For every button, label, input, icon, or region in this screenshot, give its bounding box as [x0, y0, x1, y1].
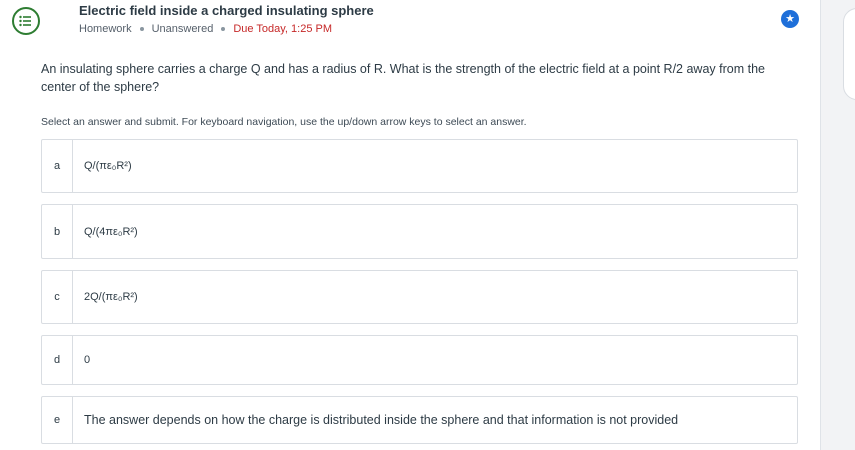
option-divider — [72, 140, 73, 192]
question-header: Electric field inside a charged insulati… — [0, 0, 820, 44]
meta-separator — [139, 27, 144, 31]
option-text: The answer depends on how the charge is … — [84, 413, 679, 427]
option-text: 2Q/(πε₀R²) — [84, 291, 138, 303]
answer-option-a[interactable]: a Q/(πε₀R²) — [41, 139, 798, 193]
side-panel — [843, 8, 855, 100]
option-divider — [72, 205, 73, 258]
option-letter: b — [53, 225, 61, 238]
question-meta: Homework Unanswered Due Today, 1:25 PM — [79, 23, 332, 35]
answer-option-d[interactable]: d 0 — [41, 335, 798, 385]
meta-separator — [221, 27, 226, 31]
option-text: Q/(πε₀R²) — [84, 160, 132, 172]
answer-option-b[interactable]: b Q/(4πε₀R²) — [41, 204, 798, 259]
option-letter: d — [53, 354, 61, 366]
option-letter: e — [53, 414, 61, 426]
meta-type: Homework — [79, 23, 132, 35]
list-question-icon — [12, 7, 40, 35]
question-title: Electric field inside a charged insulati… — [79, 3, 374, 18]
option-divider — [72, 336, 73, 384]
meta-status: Unanswered — [151, 23, 214, 35]
option-text: 0 — [84, 354, 91, 366]
option-letter: a — [53, 160, 61, 172]
star-icon[interactable]: ★ — [781, 10, 799, 28]
answer-option-e[interactable]: e The answer depends on how the charge i… — [41, 396, 798, 444]
option-text: Q/(4πε₀R²) — [84, 225, 138, 238]
option-divider — [72, 397, 73, 443]
meta-due: Due Today, 1:25 PM — [233, 23, 332, 35]
question-text: An insulating sphere carries a charge Q … — [41, 62, 765, 94]
question-card: Electric field inside a charged insulati… — [0, 0, 821, 450]
instructions-text: Select an answer and submit. For keyboar… — [41, 116, 527, 128]
answer-option-c[interactable]: c 2Q/(πε₀R²) — [41, 270, 798, 324]
option-letter: c — [54, 291, 60, 303]
option-divider — [72, 271, 73, 323]
